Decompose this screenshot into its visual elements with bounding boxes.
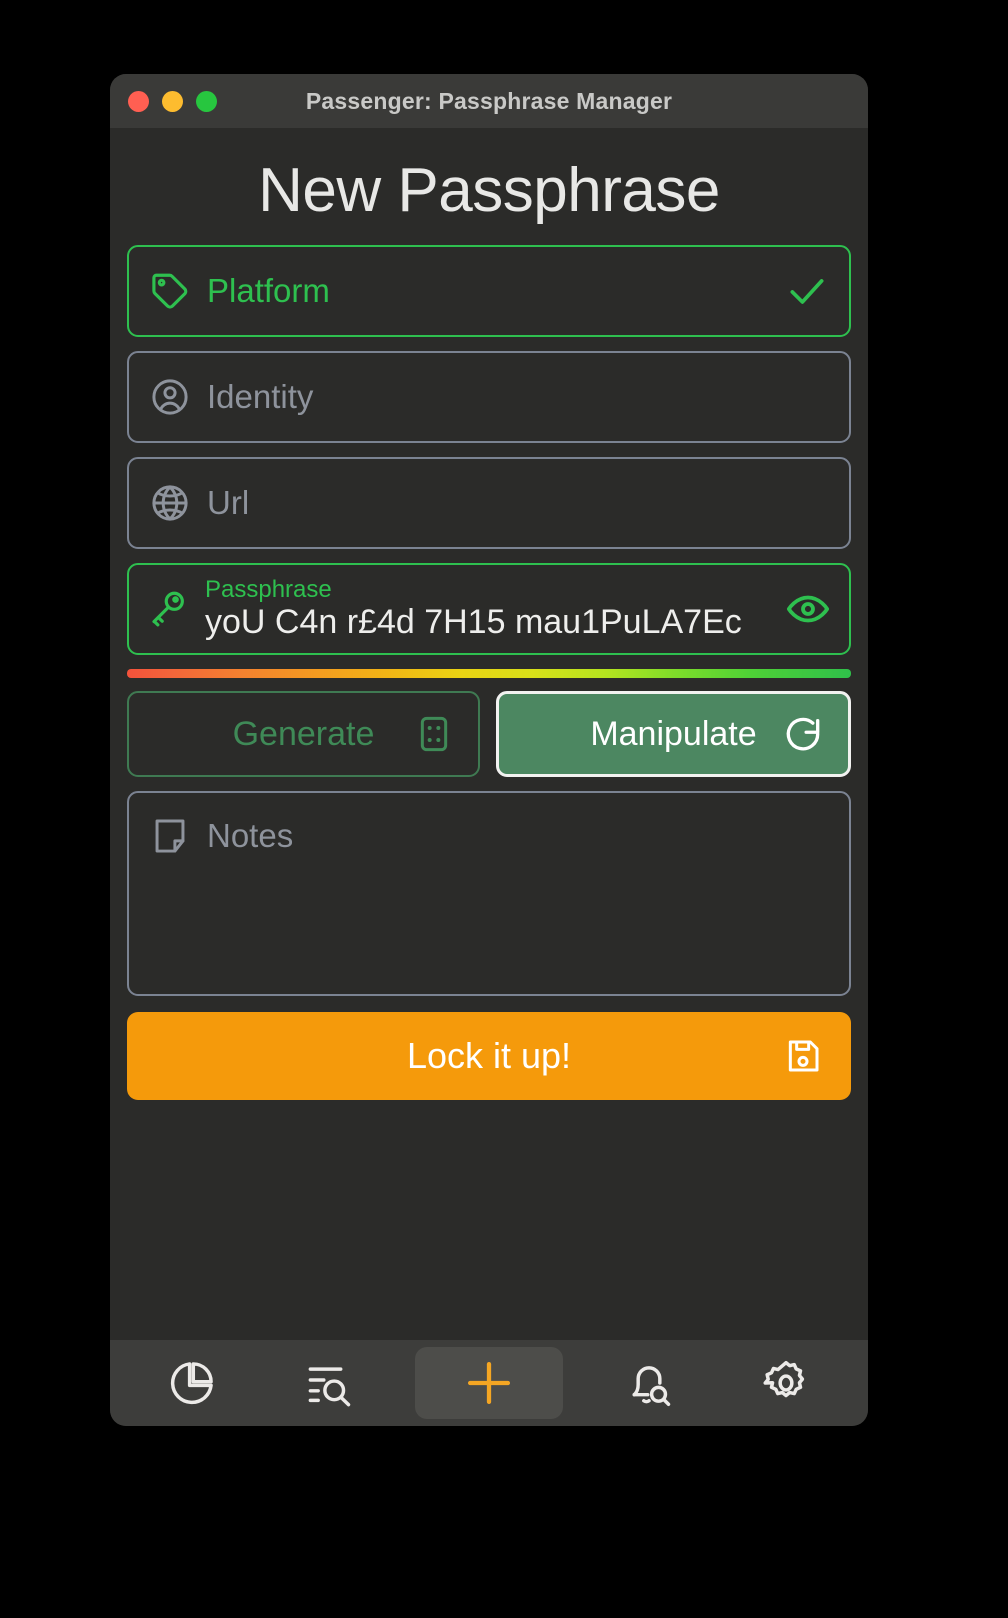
url-label: Url	[207, 484, 250, 522]
gear-icon	[760, 1357, 812, 1409]
key-icon	[147, 588, 189, 630]
passphrase-label: Passphrase	[205, 575, 332, 603]
page-title: New Passphrase	[258, 156, 720, 225]
bell-search-icon	[623, 1357, 675, 1409]
generate-button[interactable]: Generate	[127, 691, 480, 778]
passphrase-field[interactable]: Passphrase yoU C4n r£4d 7H15 mau1PuLA7Ec	[127, 563, 851, 656]
generate-manipulate-row: Generate Manipulate	[127, 691, 851, 778]
manipulate-button[interactable]: Manipulate	[496, 691, 851, 778]
nav-add[interactable]	[414, 1347, 563, 1419]
title-bar: Passenger: Passphrase Manager	[110, 74, 868, 128]
window-controls	[128, 74, 217, 128]
floppy-save-icon	[783, 1036, 823, 1076]
app-window: Passenger: Passphrase Manager New Passph…	[110, 74, 868, 1426]
identity-label: Identity	[207, 378, 314, 416]
dice-icon	[414, 714, 454, 754]
platform-field[interactable]: Platform	[127, 245, 851, 338]
manipulate-label: Manipulate	[590, 714, 757, 753]
password-strength-meter	[127, 669, 851, 679]
nav-alerts[interactable]	[599, 1347, 699, 1419]
tag-icon	[149, 270, 191, 312]
save-label: Lock it up!	[406, 1035, 572, 1077]
identity-field[interactable]: Identity	[127, 351, 851, 444]
user-circle-icon	[149, 376, 191, 418]
pie-chart-icon	[166, 1357, 218, 1409]
notes-label: Notes	[207, 817, 294, 855]
note-icon	[149, 815, 191, 857]
url-field[interactable]: Url	[127, 457, 851, 550]
eye-icon[interactable]	[785, 586, 831, 632]
generate-label: Generate	[232, 714, 375, 753]
platform-label: Platform	[207, 272, 330, 310]
close-button[interactable]	[128, 90, 149, 112]
bottom-nav	[110, 1340, 868, 1426]
check-icon	[785, 269, 829, 313]
nav-search-list[interactable]	[279, 1347, 379, 1419]
passphrase-value: yoU C4n r£4d 7H15 mau1PuLA7Ec	[205, 603, 742, 642]
refresh-icon	[782, 713, 824, 755]
maximize-button[interactable]	[196, 90, 217, 112]
window-body: New Passphrase Platform Identity Url Pas…	[110, 128, 868, 1340]
list-search-icon	[303, 1357, 355, 1409]
plus-icon	[462, 1356, 516, 1410]
nav-dashboard[interactable]	[142, 1347, 242, 1419]
nav-settings[interactable]	[736, 1347, 836, 1419]
globe-icon	[149, 482, 191, 524]
window-title: Passenger: Passphrase Manager	[305, 87, 673, 114]
save-button[interactable]: Lock it up!	[127, 1012, 851, 1101]
notes-field[interactable]: Notes	[127, 791, 851, 997]
minimize-button[interactable]	[162, 90, 183, 112]
